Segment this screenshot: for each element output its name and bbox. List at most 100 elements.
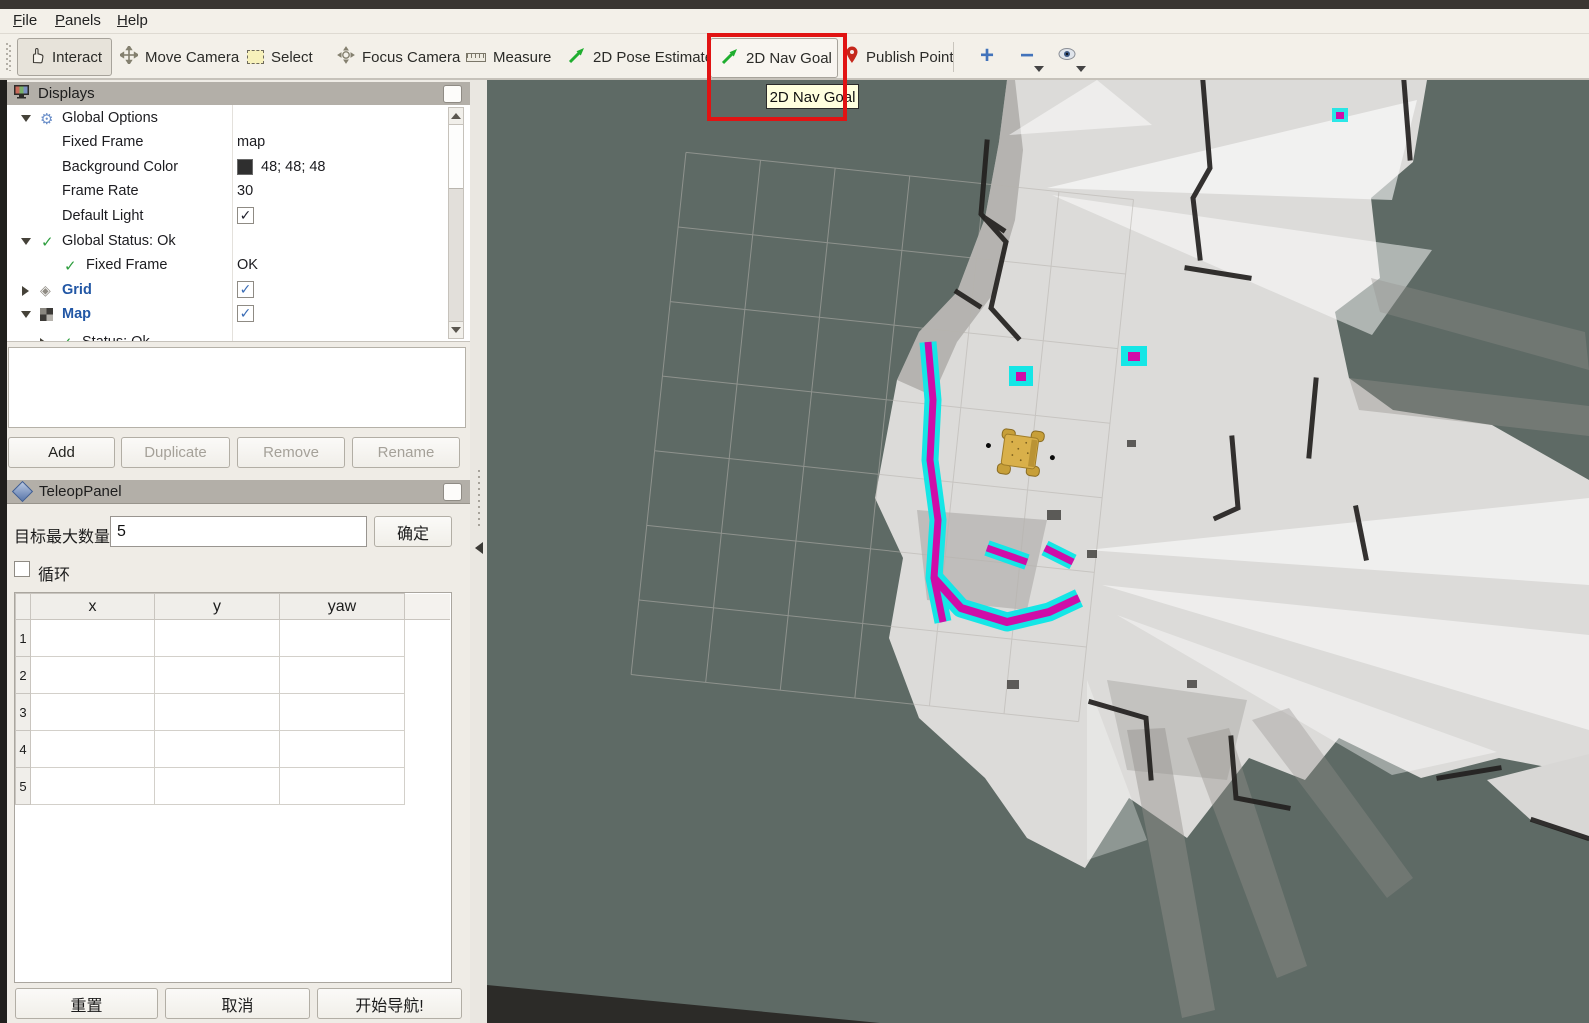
collapse-arrow-icon[interactable] (21, 238, 31, 245)
cell-yaw[interactable] (280, 657, 405, 694)
cell-x[interactable] (31, 694, 155, 731)
cell-x[interactable] (31, 657, 155, 694)
cell-y[interactable] (155, 768, 280, 805)
reset-button[interactable]: 重置 (15, 988, 158, 1019)
panel-float-checkbox[interactable] (443, 483, 462, 501)
expand-arrow-icon[interactable] (40, 338, 47, 342)
tree-row-grid[interactable]: ◈ Grid ✓ (7, 279, 447, 303)
scroll-down-button[interactable] (449, 321, 463, 338)
displays-panel-header[interactable]: Displays (7, 82, 470, 106)
publish-point-tool[interactable]: Publish Point (845, 38, 954, 76)
triangle-down-icon (451, 327, 461, 333)
tree-row-fixed-frame-status[interactable]: ✓ Fixed Frame OK (7, 254, 447, 278)
annotation-highlight-box (707, 33, 847, 121)
cell-x[interactable] (31, 731, 155, 768)
menu-bar: File Panels Help (0, 9, 1589, 34)
expand-arrow-icon[interactable] (22, 286, 29, 296)
hand-cursor-icon (28, 47, 45, 68)
tree-row-background-color[interactable]: Background Color 48; 48; 48 (7, 156, 447, 180)
table-row: 4 (16, 731, 450, 768)
menu-help[interactable]: Help (117, 10, 148, 32)
tree-scrollbar[interactable] (448, 107, 464, 339)
goal-count-input[interactable] (110, 516, 367, 547)
tree-value[interactable]: 30 (237, 183, 253, 199)
focus-crosshair-icon (337, 46, 355, 68)
tree-row-map[interactable]: Map ✓ (7, 303, 447, 327)
measure-tool[interactable]: Measure (466, 38, 551, 76)
checkbox-checked[interactable]: ✓ (237, 281, 254, 298)
zoom-out-button[interactable]: − (1012, 40, 1042, 72)
col-header-x[interactable]: x (31, 594, 155, 620)
scrollbar-thumb[interactable] (449, 125, 463, 189)
displays-tree: ⚙ Global Options Fixed Frame map Backgro… (7, 105, 470, 342)
zoom-in-button[interactable]: + (972, 40, 1002, 72)
tree-label: Global Status: Ok (62, 233, 176, 249)
tree-row-frame-rate[interactable]: Frame Rate 30 (7, 180, 447, 204)
interact-tool-button[interactable]: Interact (17, 38, 112, 76)
cell-x[interactable] (31, 620, 155, 657)
move-camera-tool[interactable]: Move Camera (120, 38, 239, 76)
tree-row-fixed-frame[interactable]: Fixed Frame map (7, 131, 447, 155)
cancel-button[interactable]: 取消 (165, 988, 310, 1019)
interact-tool-label: Interact (52, 49, 102, 66)
teleop-panel-header[interactable]: TeleopPanel (7, 480, 470, 504)
move-camera-label: Move Camera (145, 49, 239, 66)
tree-value: 48; 48; 48 (261, 159, 326, 175)
tree-label: Default Light (62, 208, 143, 224)
collapse-arrow-icon[interactable] (21, 311, 31, 318)
loop-checkbox[interactable] (14, 561, 30, 577)
cell-y[interactable] (155, 694, 280, 731)
tree-row-global-status[interactable]: ✓ Global Status: Ok (7, 230, 447, 254)
tree-value[interactable]: map (237, 134, 265, 150)
duplicate-display-button[interactable]: Duplicate (121, 437, 230, 468)
cell-yaw[interactable] (280, 620, 405, 657)
select-tool[interactable]: Select (247, 38, 313, 76)
add-display-button[interactable]: Add (8, 437, 115, 468)
rename-display-button[interactable]: Rename (352, 437, 460, 468)
3d-viewport[interactable] (487, 80, 1589, 1023)
pose-estimate-tool[interactable]: 2D Pose Estimate (568, 38, 713, 76)
cell-yaw[interactable] (280, 694, 405, 731)
tree-label: Grid (62, 282, 92, 298)
eye-icon (1057, 47, 1077, 66)
select-label: Select (271, 49, 313, 66)
confirm-button[interactable]: 确定 (374, 516, 452, 547)
cell-yaw[interactable] (280, 768, 405, 805)
menu-panels[interactable]: Panels (55, 10, 101, 32)
remove-display-button[interactable]: Remove (237, 437, 345, 468)
tree-label: Fixed Frame (62, 134, 143, 150)
cell-y[interactable] (155, 657, 280, 694)
menu-file[interactable]: File (13, 10, 37, 32)
row-number: 3 (16, 694, 31, 731)
tree-row-global-options[interactable]: ⚙ Global Options (7, 107, 447, 131)
displays-panel-title: Displays (38, 85, 95, 102)
cell-y[interactable] (155, 620, 280, 657)
collapse-arrow-icon[interactable] (21, 115, 31, 122)
panel-splitter[interactable] (470, 80, 487, 1023)
tree-row-default-light[interactable]: Default Light ✓ (7, 205, 447, 229)
corner-cell (16, 594, 31, 620)
focus-camera-tool[interactable]: Focus Camera (337, 38, 460, 76)
toolbar-drag-handle[interactable] (6, 43, 11, 71)
cell-x[interactable] (31, 768, 155, 805)
color-swatch[interactable] (237, 159, 253, 175)
tree-row-map-status[interactable]: ✓ Status: Ok (7, 331, 447, 342)
panel-float-checkbox[interactable] (443, 85, 462, 103)
teleop-panel-title: TeleopPanel (39, 483, 122, 500)
start-navigation-button[interactable]: 开始导航! (317, 988, 462, 1019)
collapse-panel-arrow-icon[interactable] (475, 542, 483, 554)
view-visibility-button[interactable] (1052, 40, 1082, 72)
displays-monitor-icon (13, 84, 30, 103)
goal-table-container: x y yaw 1 2 3 4 5 (14, 592, 452, 983)
scroll-up-button[interactable] (449, 108, 463, 125)
cell-yaw[interactable] (280, 731, 405, 768)
selection-box-icon (247, 50, 264, 64)
checkbox-checked[interactable]: ✓ (237, 305, 254, 322)
goal-table: x y yaw 1 2 3 4 5 (15, 593, 450, 805)
checkbox-checked[interactable]: ✓ (237, 207, 254, 224)
tree-label: Map (62, 306, 91, 322)
col-header-y[interactable]: y (155, 594, 280, 620)
cell-y[interactable] (155, 731, 280, 768)
col-header-yaw[interactable]: yaw (280, 594, 405, 620)
title-bar (0, 0, 1589, 9)
